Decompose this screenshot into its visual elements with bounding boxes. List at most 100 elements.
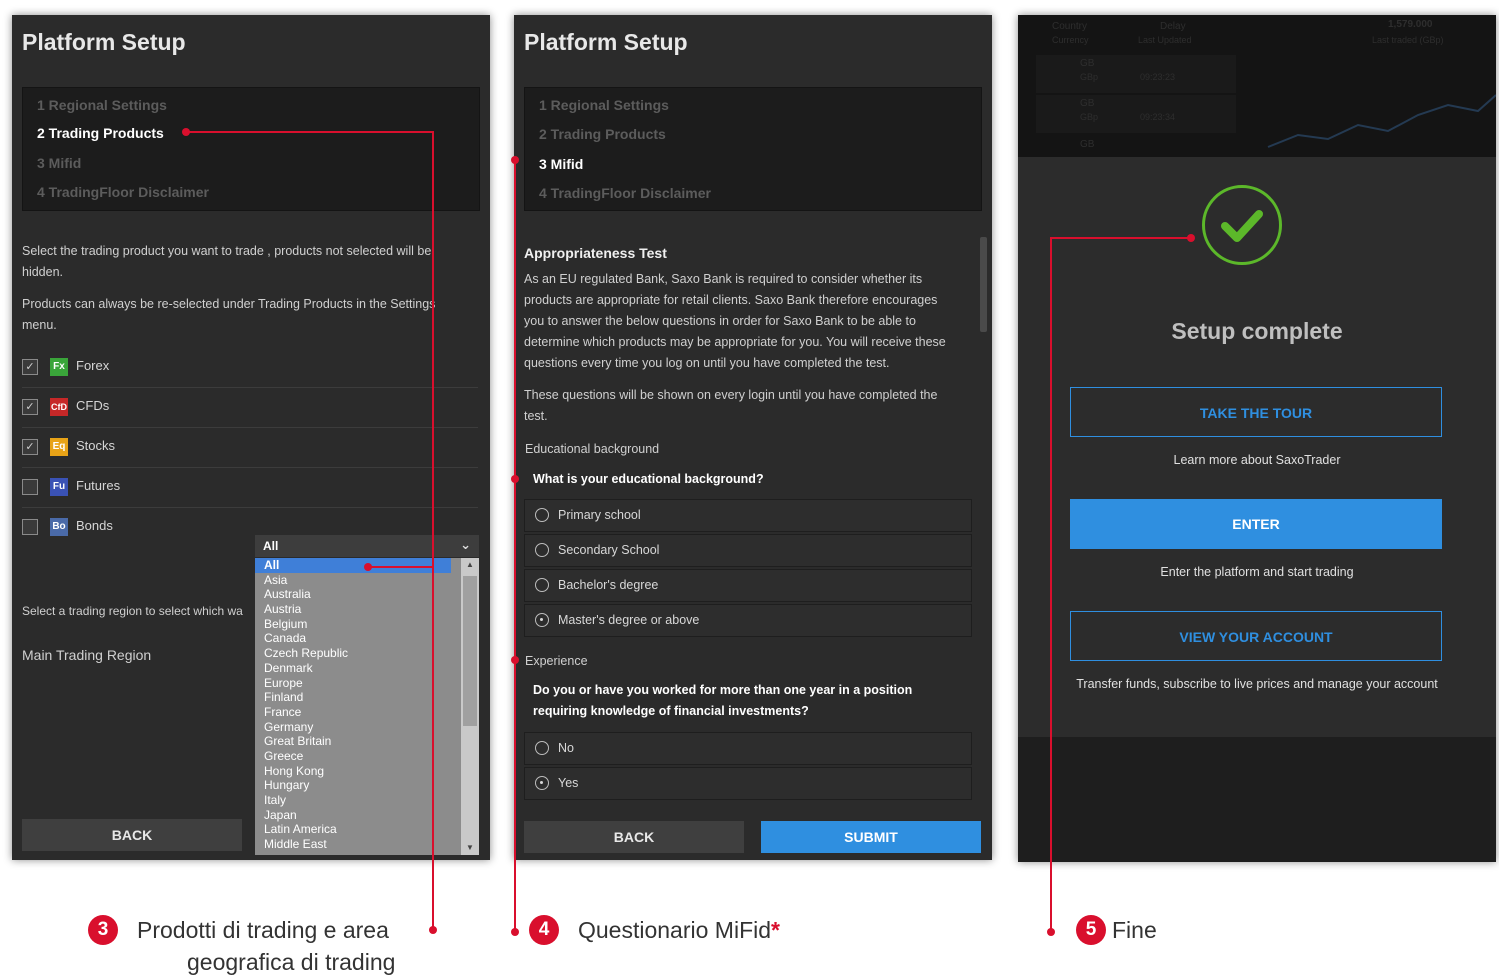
region-option[interactable]: Japan [255, 808, 451, 823]
region-option[interactable]: Great Britain [255, 734, 451, 749]
appropriateness-test-title: Appropriateness Test [524, 245, 667, 261]
step-mifid[interactable]: 3 Mifid [539, 156, 583, 172]
region-option[interactable]: Denmark [255, 661, 451, 676]
step-trading-products[interactable]: 2 Trading Products [539, 126, 666, 142]
step-trading-products[interactable]: 2 Trading Products [37, 125, 164, 141]
bg-cell: GBp [1080, 72, 1099, 82]
step-mifid[interactable]: 3 Mifid [37, 155, 81, 171]
intro-paragraph-line: As an EU regulated Bank, Saxo Bank is re… [524, 272, 923, 286]
region-option[interactable]: Hungary [255, 778, 451, 793]
callout-line [368, 566, 433, 568]
scroll-up-icon[interactable]: ▲ [461, 558, 479, 572]
back-button[interactable]: BACK [22, 819, 242, 851]
region-option[interactable]: Hong Kong [255, 764, 451, 779]
step-tradingfloor-disclaimer[interactable]: 4 TradingFloor Disclaimer [539, 185, 711, 201]
answer-option[interactable]: Primary school [524, 499, 972, 532]
caption-trading-products: Prodotti di trading e area [137, 917, 389, 943]
panel-title: Platform Setup [524, 29, 688, 55]
region-option[interactable]: France [255, 705, 451, 720]
checkmark-icon [1202, 185, 1282, 265]
product-row-stocks[interactable]: ✓ Eq Stocks [22, 427, 478, 468]
radio-icon[interactable] [535, 741, 549, 755]
callout-dot [511, 475, 519, 483]
answer-option-selected[interactable]: Yes [524, 767, 972, 800]
setup-complete-title: Setup complete [1171, 318, 1343, 344]
bg-cell: 09:23:23 [1140, 72, 1176, 82]
scroll-down-icon[interactable]: ▼ [461, 841, 479, 855]
region-option[interactable]: Canada [255, 631, 451, 646]
region-option[interactable]: Austria [255, 602, 451, 617]
radio-icon[interactable] [535, 578, 549, 592]
take-the-tour-button[interactable]: TAKE THE TOUR [1070, 387, 1442, 437]
chevron-down-icon[interactable]: ⌄ [460, 537, 471, 553]
submit-button[interactable]: SUBMIT [761, 821, 981, 853]
region-option[interactable]: Italy [255, 793, 451, 808]
bg-row: GB GBp 09:23:23 [1036, 55, 1236, 93]
bg-cell: 09:23:34 [1140, 112, 1176, 122]
radio-icon[interactable] [535, 508, 549, 522]
background-footer [1018, 737, 1496, 862]
content-scrollbar[interactable] [980, 237, 987, 332]
bg-mini-chart [1267, 94, 1496, 148]
region-option[interactable]: Middle East [255, 837, 451, 852]
region-option[interactable]: Australia [255, 587, 451, 602]
region-option[interactable]: Latin America [255, 822, 451, 837]
product-row-cfds[interactable]: ✓ CfD CFDs [22, 387, 478, 428]
region-list-scrollbar[interactable]: ▲ ▼ [461, 558, 479, 855]
checkbox-unchecked-icon[interactable] [22, 519, 38, 535]
checkbox-checked-icon[interactable]: ✓ [22, 359, 38, 375]
enter-button[interactable]: ENTER [1070, 499, 1442, 549]
region-option[interactable]: Asia [255, 573, 451, 588]
region-option[interactable]: Europe [255, 676, 451, 691]
region-options-list[interactable]: All Asia Australia Austria Belgium Canada Czec… [255, 558, 479, 855]
step-regional-settings[interactable]: 1 Regional Settings [37, 97, 167, 113]
answer-label: Master's degree or above [558, 613, 700, 627]
checkbox-checked-icon[interactable]: ✓ [22, 399, 38, 415]
callout-line [514, 160, 516, 932]
radio-icon[interactable] [535, 543, 549, 557]
checkbox-checked-icon[interactable]: ✓ [22, 439, 38, 455]
callout-line [1051, 237, 1189, 239]
region-option[interactable]: Belgium [255, 617, 451, 632]
take-the-tour-description: Learn more about SaxoTrader [1173, 453, 1341, 467]
product-name: Bonds [76, 518, 113, 533]
bg-header: 1,579.000 [1388, 19, 1433, 30]
radio-selected-icon[interactable] [535, 776, 549, 790]
callout-dot [511, 928, 519, 936]
step-tradingfloor-disclaimer[interactable]: 4 TradingFloor Disclaimer [37, 184, 209, 200]
answer-option[interactable]: No [524, 732, 972, 765]
intro-text-2: hidden. [22, 265, 64, 279]
product-name: Futures [76, 478, 121, 493]
product-name: CFDs [76, 398, 110, 413]
step-number-badge: 5 [1076, 915, 1106, 945]
bg-cell: GB [1080, 58, 1095, 69]
answer-option[interactable]: Bachelor's degree [524, 569, 972, 602]
region-option[interactable]: Czech Republic [255, 646, 451, 661]
region-option[interactable]: Greece [255, 749, 451, 764]
answer-option-selected[interactable]: Master's degree or above [524, 604, 972, 637]
bg-header: Delay [1160, 21, 1186, 32]
answer-label: Bachelor's degree [558, 578, 659, 592]
back-button[interactable]: BACK [524, 821, 744, 853]
background-watchlist: Country Currency Delay Last Updated 1,57… [1018, 15, 1496, 157]
callout-dot [511, 656, 519, 664]
view-your-account-button[interactable]: VIEW YOUR ACCOUNT [1070, 611, 1442, 661]
callout-line [1050, 237, 1052, 932]
checkbox-unchecked-icon[interactable] [22, 479, 38, 495]
scrollbar-thumb[interactable] [463, 576, 477, 726]
radio-selected-icon[interactable] [535, 613, 549, 627]
region-option[interactable]: Finland [255, 690, 451, 705]
trading-products-panel: Platform Setup 1 Regional Settings 2 Tra… [12, 15, 490, 860]
region-hint: Select a trading region to select which … [22, 604, 243, 618]
question-text-line: requiring knowledge of financial investm… [533, 704, 809, 718]
callout-line [186, 131, 433, 133]
intro-text-3: Products can always be re-selected under… [22, 297, 436, 311]
product-name: Forex [76, 358, 110, 373]
region-option[interactable]: Germany [255, 720, 451, 735]
step-regional-settings[interactable]: 1 Regional Settings [539, 97, 669, 113]
product-row-forex[interactable]: ✓ Fx Forex [22, 347, 478, 388]
answer-option[interactable]: Secondary School [524, 534, 972, 567]
region-dropdown[interactable]: All ⌄ [255, 535, 479, 557]
answer-label: No [558, 741, 574, 755]
product-row-futures[interactable]: Fu Futures [22, 467, 478, 508]
